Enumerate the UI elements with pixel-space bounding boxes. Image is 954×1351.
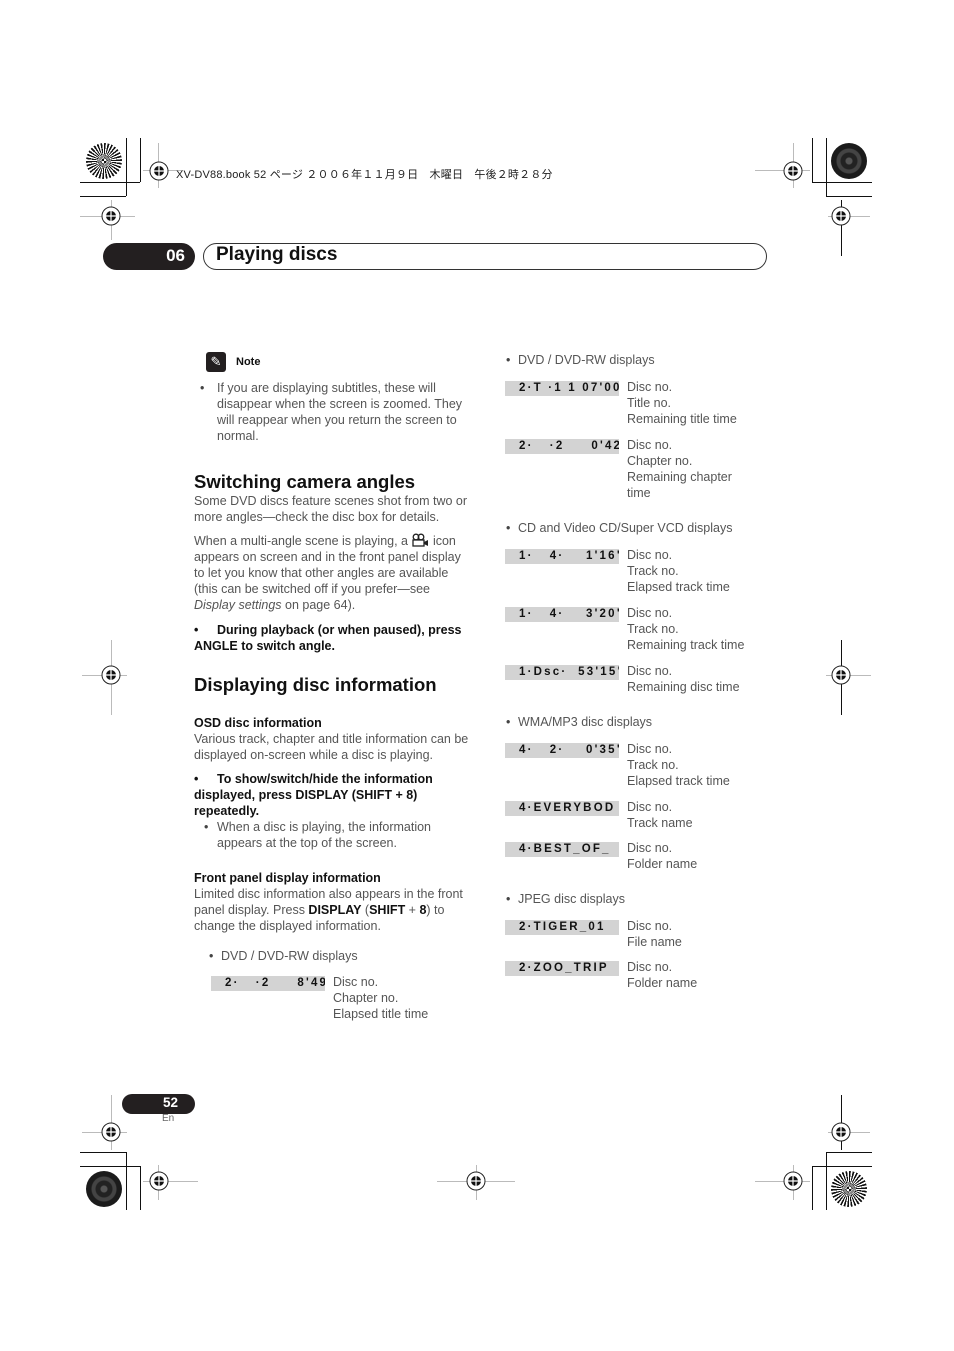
camera-angles-intro: Some DVD discs feature scenes shot from … xyxy=(194,494,468,524)
crop-line xyxy=(80,182,140,183)
osd-sub-item: When a disc is playing, the information … xyxy=(194,819,474,851)
angle-step: • During playback (or when paused), press… xyxy=(194,623,462,653)
display-group-title: WMA/MP3 disc displays xyxy=(505,714,775,730)
crop-line xyxy=(80,196,126,197)
lcd-description: Disc no. Chapter no. Remaining chapter t… xyxy=(627,438,732,500)
display-row: 1· 4· 1'16" Disc no. Track no. Elapsed t… xyxy=(505,547,775,595)
crop-line xyxy=(826,196,872,197)
left-column: ✎ Note If you are displaying subtitles, … xyxy=(194,352,474,1022)
registration-mark-icon xyxy=(101,206,121,226)
lcd-readout: 2·TIGER_01 xyxy=(505,920,619,935)
section-heading-camera-angles: Switching camera angles xyxy=(194,471,416,492)
registration-mark-icon xyxy=(466,1171,486,1191)
crop-line xyxy=(126,138,127,196)
pencil-icon: ✎ xyxy=(206,352,226,372)
right-column: DVD / DVD-RW displays 2·T ·1 1 07'00" Di… xyxy=(505,352,775,991)
lcd-readout: 4·BEST_OF_ xyxy=(505,842,619,857)
registration-mark-icon xyxy=(149,1171,169,1191)
display-row: 2·T ·1 1 07'00" Disc no. Title no. Remai… xyxy=(505,379,775,427)
lcd-readout: 1· 4· 3'20" xyxy=(505,607,619,622)
registration-target-icon xyxy=(831,1171,867,1207)
lcd-description: Disc no. Track name xyxy=(627,800,693,830)
print-metadata-line: XV-DV88.book 52 ページ ２００６年１１月９日 木曜日 午後２時２… xyxy=(176,169,553,181)
crop-line xyxy=(826,138,827,196)
display-group-title: CD and Video CD/Super VCD displays xyxy=(505,520,775,536)
page-number-badge: 52 xyxy=(122,1094,195,1114)
display-row: 1· 4· 3'20" Disc no. Track no. Remaining… xyxy=(505,605,775,653)
page-language: En xyxy=(162,1113,175,1124)
display-row: 2· ·2 8'49" Disc no. Chapter no. Elapsed… xyxy=(211,974,474,1022)
note-item: If you are displaying subtitles, these w… xyxy=(190,380,474,444)
lcd-readout: 4· 2· 0'35" xyxy=(505,743,619,758)
camera-angle-icon xyxy=(412,533,429,547)
subheading-front-panel: Front panel display information xyxy=(194,871,381,885)
lcd-description: Disc no. File name xyxy=(627,919,682,949)
display-group-dvd: DVD / DVD-RW displays 2·T ·1 1 07'00" Di… xyxy=(505,352,775,501)
display-group-front-dvd: DVD / DVD-RW displays 2· ·2 8'49" Disc n… xyxy=(208,948,474,1022)
camera-angles-description: When a multi-angle scene is playing, a i… xyxy=(194,533,461,612)
page-number: 52 xyxy=(162,1095,178,1110)
display-row: 2·TIGER_01 Disc no. File name xyxy=(505,918,775,950)
display-row: 4·EVERYBOD Disc no. Track name xyxy=(505,799,775,831)
display-row: 1·Dsc· 53'15" Disc no. Remaining disc ti… xyxy=(505,663,775,695)
registration-target-icon xyxy=(831,143,867,179)
display-row: 2· ·2 0'42" Disc no. Chapter no. Remaini… xyxy=(505,437,775,501)
lcd-readout: 2·T ·1 1 07'00" xyxy=(505,381,619,396)
lcd-description: Disc no. Track no. Remaining track time xyxy=(627,606,745,652)
note-box: ✎ Note If you are displaying subtitles, … xyxy=(190,352,474,444)
display-settings-reference[interactable]: Display settings xyxy=(194,598,282,612)
chapter-number: 06 xyxy=(166,246,185,265)
crop-line xyxy=(140,138,141,182)
registration-target-icon xyxy=(86,1171,122,1207)
registration-mark-icon xyxy=(831,665,851,685)
lcd-readout: 2· ·2 0'42" xyxy=(505,439,619,454)
display-row: 4·BEST_OF_ Disc no. Folder name xyxy=(505,840,775,872)
display-group-wma-mp3: WMA/MP3 disc displays 4· 2· 0'35" Disc n… xyxy=(505,714,775,872)
display-step: • To show/switch/hide the information dis… xyxy=(194,772,433,818)
registration-mark-icon xyxy=(831,206,851,226)
chapter-title: Playing discs xyxy=(216,244,338,265)
lcd-description: Disc no. Folder name xyxy=(627,960,698,990)
lcd-readout: 1· 4· 1'16" xyxy=(505,549,619,564)
registration-mark-icon xyxy=(149,161,169,181)
lcd-readout: 4·EVERYBOD xyxy=(505,801,619,816)
registration-mark-icon xyxy=(783,161,803,181)
registration-mark-icon xyxy=(101,1122,121,1142)
display-group-cd-vcd: CD and Video CD/Super VCD displays 1· 4·… xyxy=(505,520,775,695)
lcd-description: Disc no. Title no. Remaining title time xyxy=(627,380,737,426)
subheading-osd: OSD disc information xyxy=(194,716,322,730)
lcd-readout: 2·ZOO_TRIP xyxy=(505,961,619,976)
registration-target-icon xyxy=(86,143,122,179)
display-row: 4· 2· 0'35" Disc no. Track no. Elapsed t… xyxy=(505,741,775,789)
display-group-jpeg: JPEG disc displays 2·TIGER_01 Disc no. F… xyxy=(505,891,775,991)
crop-line xyxy=(812,182,872,183)
note-header: ✎ Note xyxy=(206,352,474,372)
crop-line xyxy=(812,138,813,182)
lcd-description: Disc no. Track no. Elapsed track time xyxy=(627,742,730,788)
section-heading-disc-information: Displaying disc information xyxy=(194,674,437,695)
lcd-readout: 1·Dsc· 53'15" xyxy=(505,665,619,680)
lcd-description: Disc no. Remaining disc time xyxy=(627,664,740,694)
registration-mark-icon xyxy=(831,1122,851,1142)
display-row: 2·ZOO_TRIP Disc no. Folder name xyxy=(505,959,775,991)
registration-mark-icon xyxy=(783,1171,803,1191)
display-group-title: JPEG disc displays xyxy=(505,891,775,907)
lcd-description: Disc no. Chapter no. Elapsed title time xyxy=(333,975,429,1021)
front-panel-description: Limited disc information also appears in… xyxy=(194,887,463,933)
display-group-title: DVD / DVD-RW displays xyxy=(208,948,474,964)
lcd-readout: 2· ·2 8'49" xyxy=(211,976,325,991)
chapter-number-badge: 06 xyxy=(103,243,195,270)
lcd-description: Disc no. Folder name xyxy=(627,841,698,871)
osd-description: Various track, chapter and title informa… xyxy=(194,732,469,762)
lcd-description: Disc no. Track no. Elapsed track time xyxy=(627,548,730,594)
note-label: Note xyxy=(236,356,261,368)
registration-mark-icon xyxy=(101,665,121,685)
display-group-title: DVD / DVD-RW displays xyxy=(505,352,775,368)
